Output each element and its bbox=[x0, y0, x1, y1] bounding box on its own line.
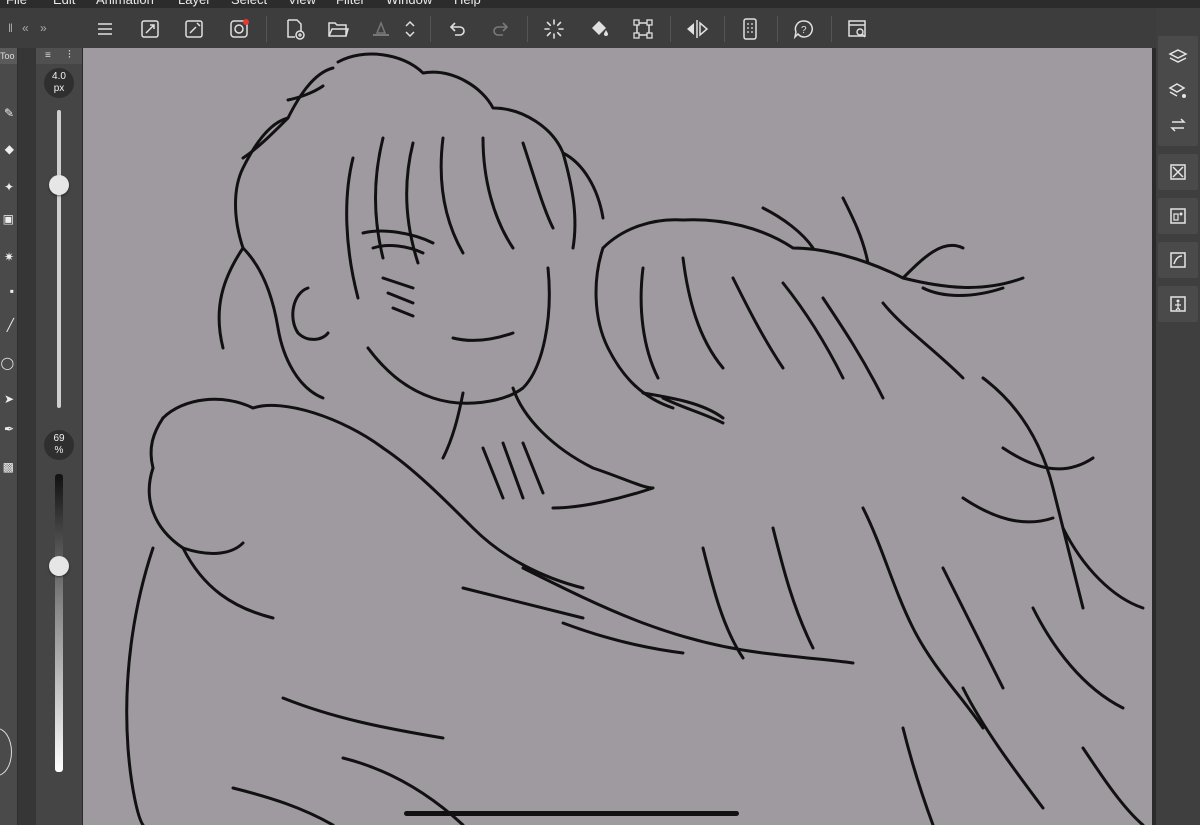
menu-layer[interactable]: Layer bbox=[178, 0, 231, 8]
menu-help[interactable]: Help bbox=[454, 0, 494, 8]
menu-animation[interactable]: Animation bbox=[96, 0, 178, 8]
transform-icon[interactable] bbox=[630, 16, 656, 42]
fit-canvas-icon[interactable] bbox=[137, 16, 163, 42]
separator bbox=[266, 16, 267, 42]
layers-icon[interactable] bbox=[1160, 40, 1196, 74]
expand-right-icon[interactable]: » bbox=[40, 21, 47, 35]
brush-size-value: 4.0 px bbox=[44, 68, 74, 98]
eyedropper-tool-icon[interactable]: ✒ bbox=[0, 420, 14, 438]
drawing-canvas[interactable] bbox=[83, 48, 1152, 825]
panel-grip-icon[interactable]: ‖ bbox=[8, 21, 13, 35]
brush-size-number: 4.0 bbox=[52, 71, 66, 82]
brush-size-slider[interactable] bbox=[57, 110, 61, 408]
material-icon[interactable] bbox=[1160, 155, 1196, 189]
separator bbox=[430, 16, 431, 42]
right-panel-bar bbox=[1156, 8, 1200, 825]
opacity-unit: % bbox=[54, 445, 64, 456]
opacity-value: 69 % bbox=[44, 430, 74, 460]
app-window: File Edit Animation Layer Select View Fi… bbox=[0, 0, 1200, 825]
clear-icon[interactable] bbox=[541, 16, 567, 42]
opacity-number: 69 bbox=[53, 433, 65, 444]
separator bbox=[670, 16, 671, 42]
navigator-icon[interactable] bbox=[1160, 108, 1196, 142]
decoration-tool-icon[interactable]: ✦ bbox=[0, 178, 14, 196]
tool-tab[interactable]: Too bbox=[0, 48, 17, 64]
assist-window-icon[interactable] bbox=[845, 16, 871, 42]
save-icon[interactable] bbox=[368, 16, 394, 42]
rotate-canvas-icon[interactable] bbox=[181, 16, 207, 42]
svg-text:?: ? bbox=[801, 25, 807, 36]
menu-select[interactable]: Select bbox=[231, 0, 288, 8]
opacity-slider[interactable] bbox=[55, 474, 63, 772]
layer-properties-icon[interactable] bbox=[1160, 74, 1196, 108]
color-wheel-icon[interactable] bbox=[0, 728, 12, 776]
flip-horizontal-icon[interactable] bbox=[684, 16, 710, 42]
sub-tool-detail-icon[interactable] bbox=[1160, 199, 1196, 233]
panel-gutter bbox=[18, 48, 36, 825]
quick-access-icon[interactable] bbox=[226, 16, 252, 42]
sparkle-tool-icon[interactable]: ✷ bbox=[0, 248, 14, 266]
line-tool-icon[interactable]: ╱ bbox=[0, 316, 14, 334]
undo-icon[interactable] bbox=[444, 16, 470, 42]
smartphone-connect-icon[interactable] bbox=[737, 16, 763, 42]
home-indicator bbox=[404, 811, 739, 816]
menu-view[interactable]: View bbox=[288, 0, 336, 8]
figure-tool-icon[interactable]: ▣ bbox=[0, 210, 14, 228]
separator bbox=[724, 16, 725, 42]
brush-size-thumb[interactable] bbox=[49, 174, 69, 195]
menu-filter[interactable]: Filter bbox=[336, 0, 386, 8]
updown-arrows-icon[interactable] bbox=[402, 16, 418, 42]
file-object-icon[interactable] bbox=[1160, 243, 1196, 277]
tool-palette: Too ✎ ◆ ✦ ▣ ✷ ▪ ╱ ◯ ➤ ✒ ▩ bbox=[0, 48, 18, 825]
gradient-tool-icon[interactable]: ▪ bbox=[0, 282, 14, 300]
ellipse-tool-icon[interactable]: ◯ bbox=[0, 354, 14, 372]
menu-icon[interactable] bbox=[92, 16, 118, 42]
separator bbox=[527, 16, 528, 42]
eraser-tool-icon[interactable]: ◆ bbox=[0, 140, 14, 158]
menu-edit[interactable]: Edit bbox=[53, 0, 96, 8]
command-bar: ‖ « » ? bbox=[0, 8, 1200, 49]
opacity-thumb[interactable] bbox=[49, 556, 69, 577]
separator bbox=[777, 16, 778, 42]
brush-size-unit: px bbox=[53, 83, 65, 94]
open-file-icon[interactable] bbox=[325, 16, 351, 42]
sketch-artwork bbox=[125, 52, 1145, 825]
menu-bar: File Edit Animation Layer Select View Fi… bbox=[0, 0, 1200, 8]
help-icon[interactable]: ? bbox=[791, 16, 817, 42]
menu-window[interactable]: Window bbox=[386, 0, 454, 8]
new-file-icon[interactable] bbox=[282, 16, 308, 42]
transparent-color-icon[interactable]: ▩ bbox=[0, 458, 14, 476]
collapse-left-icon[interactable]: « bbox=[22, 21, 29, 35]
animation-timeline-icon[interactable] bbox=[1160, 287, 1196, 321]
brush-size-panel: ≡ ⫶ 4.0 px 69 % bbox=[36, 48, 83, 825]
list-view-icon[interactable]: ≡ bbox=[45, 50, 51, 61]
pen-tool-icon[interactable]: ✎ bbox=[0, 104, 14, 122]
redo-icon[interactable] bbox=[488, 16, 514, 42]
slider-view-icon[interactable]: ⫶ bbox=[68, 49, 71, 62]
operation-tool-icon[interactable]: ➤ bbox=[0, 390, 14, 408]
menu-file[interactable]: File bbox=[6, 0, 53, 8]
panel-tabs: ≡ ⫶ bbox=[36, 48, 82, 64]
fill-icon[interactable] bbox=[586, 16, 612, 42]
separator bbox=[831, 16, 832, 42]
